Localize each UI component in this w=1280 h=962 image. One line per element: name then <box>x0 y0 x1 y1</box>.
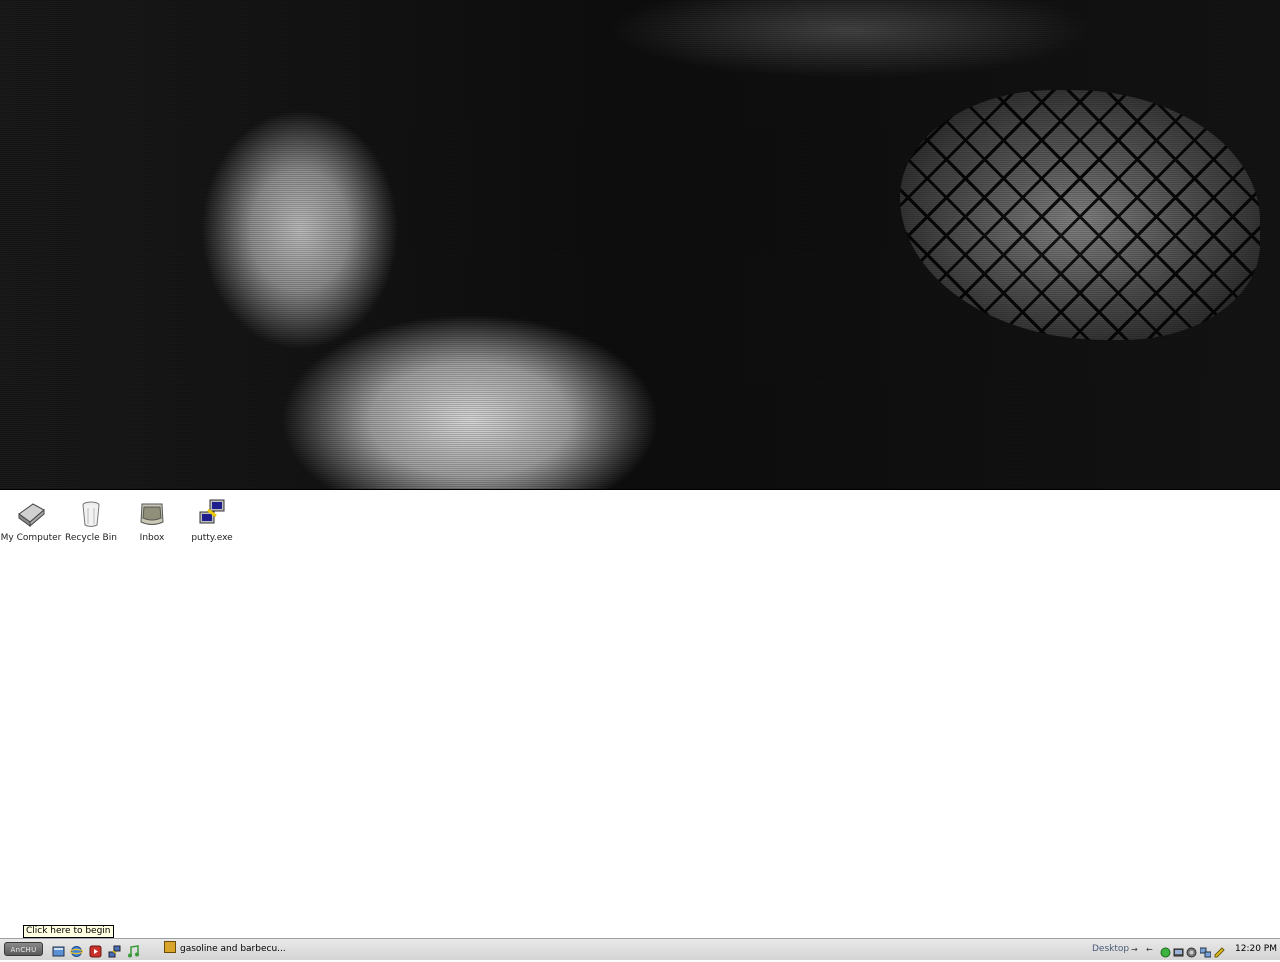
desktop-icon-label: Inbox <box>139 533 165 543</box>
wallpaper-scanlines <box>0 0 1280 489</box>
media-player-icon[interactable] <box>89 943 102 958</box>
pencil-tray-icon[interactable] <box>1214 943 1225 958</box>
desktop-icon-label: My Computer <box>0 533 62 543</box>
desktop-toolbar-label[interactable]: Desktop <box>1092 943 1129 956</box>
internet-explorer-icon[interactable] <box>69 943 84 957</box>
network-icon[interactable] <box>108 943 121 958</box>
green-status-icon[interactable] <box>1160 943 1171 958</box>
taskbar-window-label: gasoline and barbecu... <box>180 944 286 954</box>
inbox-icon <box>136 498 168 530</box>
desktop-icon-inbox[interactable]: Inbox <box>121 498 183 544</box>
taskbar: AnCHU gasoline and barbecu... Desktop → … <box>0 938 1280 960</box>
headphones-tray-icon[interactable] <box>1186 943 1197 958</box>
network-tray-icon[interactable] <box>1173 943 1184 957</box>
computer-icon <box>15 498 47 530</box>
desktop-icon-label: putty.exe <box>191 533 233 543</box>
desktop-icon-putty[interactable]: putty.exe <box>181 498 243 544</box>
tray-collapse-arrow-icon[interactable]: ← <box>1146 943 1153 956</box>
toolbar-expand-arrow-icon[interactable]: → <box>1131 943 1138 956</box>
desktop-icon-recycle-bin[interactable]: Recycle Bin <box>60 498 122 544</box>
start-tooltip: Click here to begin <box>23 925 114 938</box>
recycle-bin-icon <box>75 498 107 530</box>
desktop: My Computer Recycle Bin Inbox putty.exe <box>0 0 1280 938</box>
network-computers-tray-icon[interactable] <box>1199 943 1212 958</box>
music-icon[interactable] <box>127 943 140 958</box>
desktop-icon-my-computer[interactable]: My Computer <box>0 498 62 544</box>
clock[interactable]: 12:20 PM <box>1235 943 1277 956</box>
wallpaper-image <box>0 0 1280 490</box>
window-app-icon <box>164 941 176 953</box>
taskbar-window-button[interactable]: gasoline and barbecu... <box>164 941 314 958</box>
start-button[interactable]: AnCHU <box>4 942 43 956</box>
show-desktop-icon[interactable] <box>52 943 65 957</box>
putty-icon <box>196 498 228 530</box>
desktop-icon-label: Recycle Bin <box>65 533 117 543</box>
